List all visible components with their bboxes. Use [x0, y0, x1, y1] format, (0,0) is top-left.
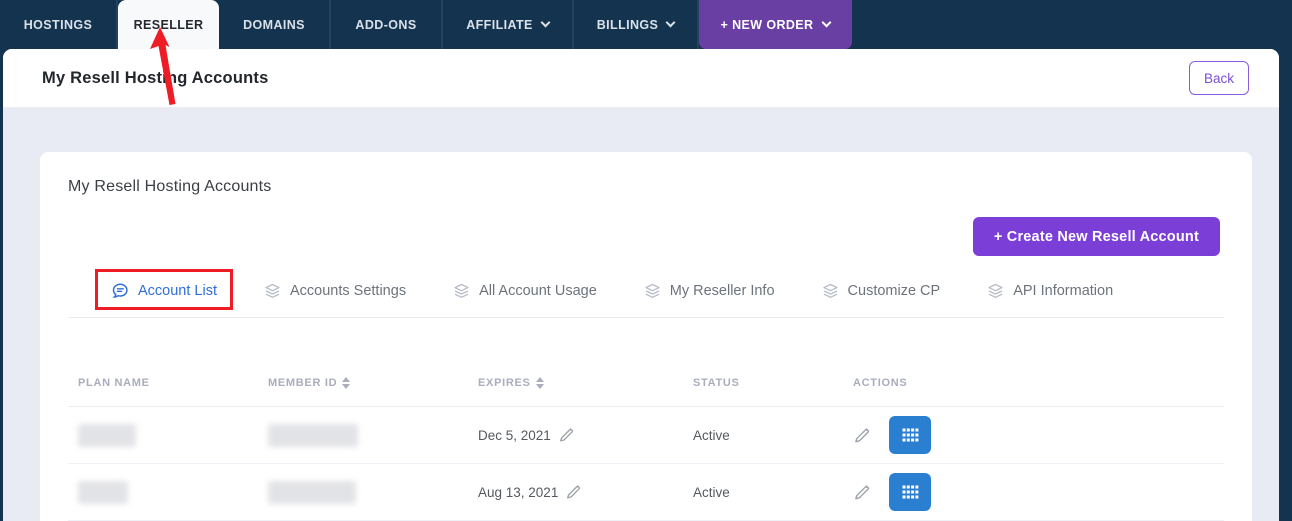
page-header: My Resell Hosting Accounts Back [3, 49, 1279, 108]
chevron-down-icon [540, 18, 550, 28]
tab-label: Customize CP [848, 283, 941, 299]
page-title: My Resell Hosting Accounts [42, 69, 268, 88]
sort-icon[interactable] [342, 377, 350, 389]
grid-icon [902, 428, 919, 443]
edit-account-icon[interactable] [853, 484, 870, 501]
expires-date: Dec 5, 2021 [478, 428, 551, 443]
create-new-resell-account-button[interactable]: + Create New Resell Account [973, 217, 1220, 256]
table-row: Aug 13, 2021 Active [68, 464, 1224, 521]
new-order-label: + NEW ORDER [721, 18, 814, 32]
layers-icon [822, 283, 839, 299]
tab-label: All Account Usage [479, 283, 597, 299]
tab-customize-cp[interactable]: Customize CP [822, 280, 941, 299]
accounts-table: PLAN NAME MEMBER ID EXPIRES [68, 359, 1224, 521]
tab-all-account-usage[interactable]: All Account Usage [453, 280, 597, 299]
nav-tab-reseller[interactable]: RESELLER [118, 0, 219, 49]
tab-accounts-settings[interactable]: Accounts Settings [264, 280, 406, 299]
tab-label: Account List [138, 283, 217, 299]
chat-icon [112, 283, 129, 299]
page-body: My Resell Hosting Accounts + Create New … [3, 152, 1279, 521]
layers-icon [644, 283, 661, 299]
nav-tab-label: RESELLER [134, 18, 204, 32]
tab-label: Accounts Settings [290, 283, 406, 299]
status-value: Active [693, 428, 853, 443]
layers-icon [987, 283, 1004, 299]
tab-label: API Information [1013, 283, 1113, 299]
nav-tab-billings[interactable]: BILLINGS [574, 0, 699, 49]
control-panel-button[interactable] [889, 473, 931, 511]
nav-tab-label: AFFILIATE [466, 18, 533, 32]
sort-icon[interactable] [536, 377, 544, 389]
edit-account-icon[interactable] [853, 427, 870, 444]
column-header-status: STATUS [693, 377, 853, 389]
card-title: My Resell Hosting Accounts [68, 178, 1224, 196]
nav-tab-label: HOSTINGS [24, 18, 92, 32]
layers-icon [264, 283, 281, 299]
redacted-member-id [268, 424, 358, 447]
top-navbar: HOSTINGS RESELLER DOMAINS ADD-ONS AFFILI… [0, 0, 1292, 49]
column-header-member-id[interactable]: MEMBER ID [268, 377, 478, 389]
nav-tab-add-ons[interactable]: ADD-ONS [331, 0, 443, 49]
content-panel: My Resell Hosting Accounts Back My Resel… [3, 49, 1279, 521]
control-panel-button[interactable] [889, 416, 931, 454]
chevron-down-icon [666, 18, 676, 28]
table-row: Dec 5, 2021 Active [68, 407, 1224, 464]
chevron-down-icon [822, 18, 832, 28]
grid-icon [902, 485, 919, 500]
nav-tab-affiliate[interactable]: AFFILIATE [443, 0, 574, 49]
redacted-plan-name [78, 481, 128, 504]
nav-tab-hostings[interactable]: HOSTINGS [0, 0, 118, 49]
resell-accounts-card: My Resell Hosting Accounts + Create New … [40, 152, 1252, 521]
tab-account-list[interactable]: Account List [112, 280, 217, 299]
tab-label: My Reseller Info [670, 283, 775, 299]
table-header-row: PLAN NAME MEMBER ID EXPIRES [68, 359, 1224, 407]
new-order-button[interactable]: + NEW ORDER [699, 0, 852, 49]
card-tabs: Account List Accounts Settings [68, 280, 1224, 318]
expires-date: Aug 13, 2021 [478, 485, 558, 500]
edit-expiry-icon[interactable] [565, 484, 581, 500]
edit-expiry-icon[interactable] [558, 427, 574, 443]
nav-tab-label: DOMAINS [243, 18, 305, 32]
nav-tab-label: BILLINGS [597, 18, 659, 32]
status-value: Active [693, 485, 853, 500]
tab-my-reseller-info[interactable]: My Reseller Info [644, 280, 775, 299]
redacted-plan-name [78, 424, 136, 447]
back-button[interactable]: Back [1189, 61, 1249, 95]
redacted-member-id [268, 481, 356, 504]
nav-tab-label: ADD-ONS [355, 18, 416, 32]
nav-tab-domains[interactable]: DOMAINS [219, 0, 331, 49]
column-header-plan-name: PLAN NAME [78, 377, 268, 389]
layers-icon [453, 283, 470, 299]
column-header-expires[interactable]: EXPIRES [478, 377, 693, 389]
tab-api-information[interactable]: API Information [987, 280, 1113, 299]
column-header-actions: ACTIONS [853, 377, 1224, 389]
